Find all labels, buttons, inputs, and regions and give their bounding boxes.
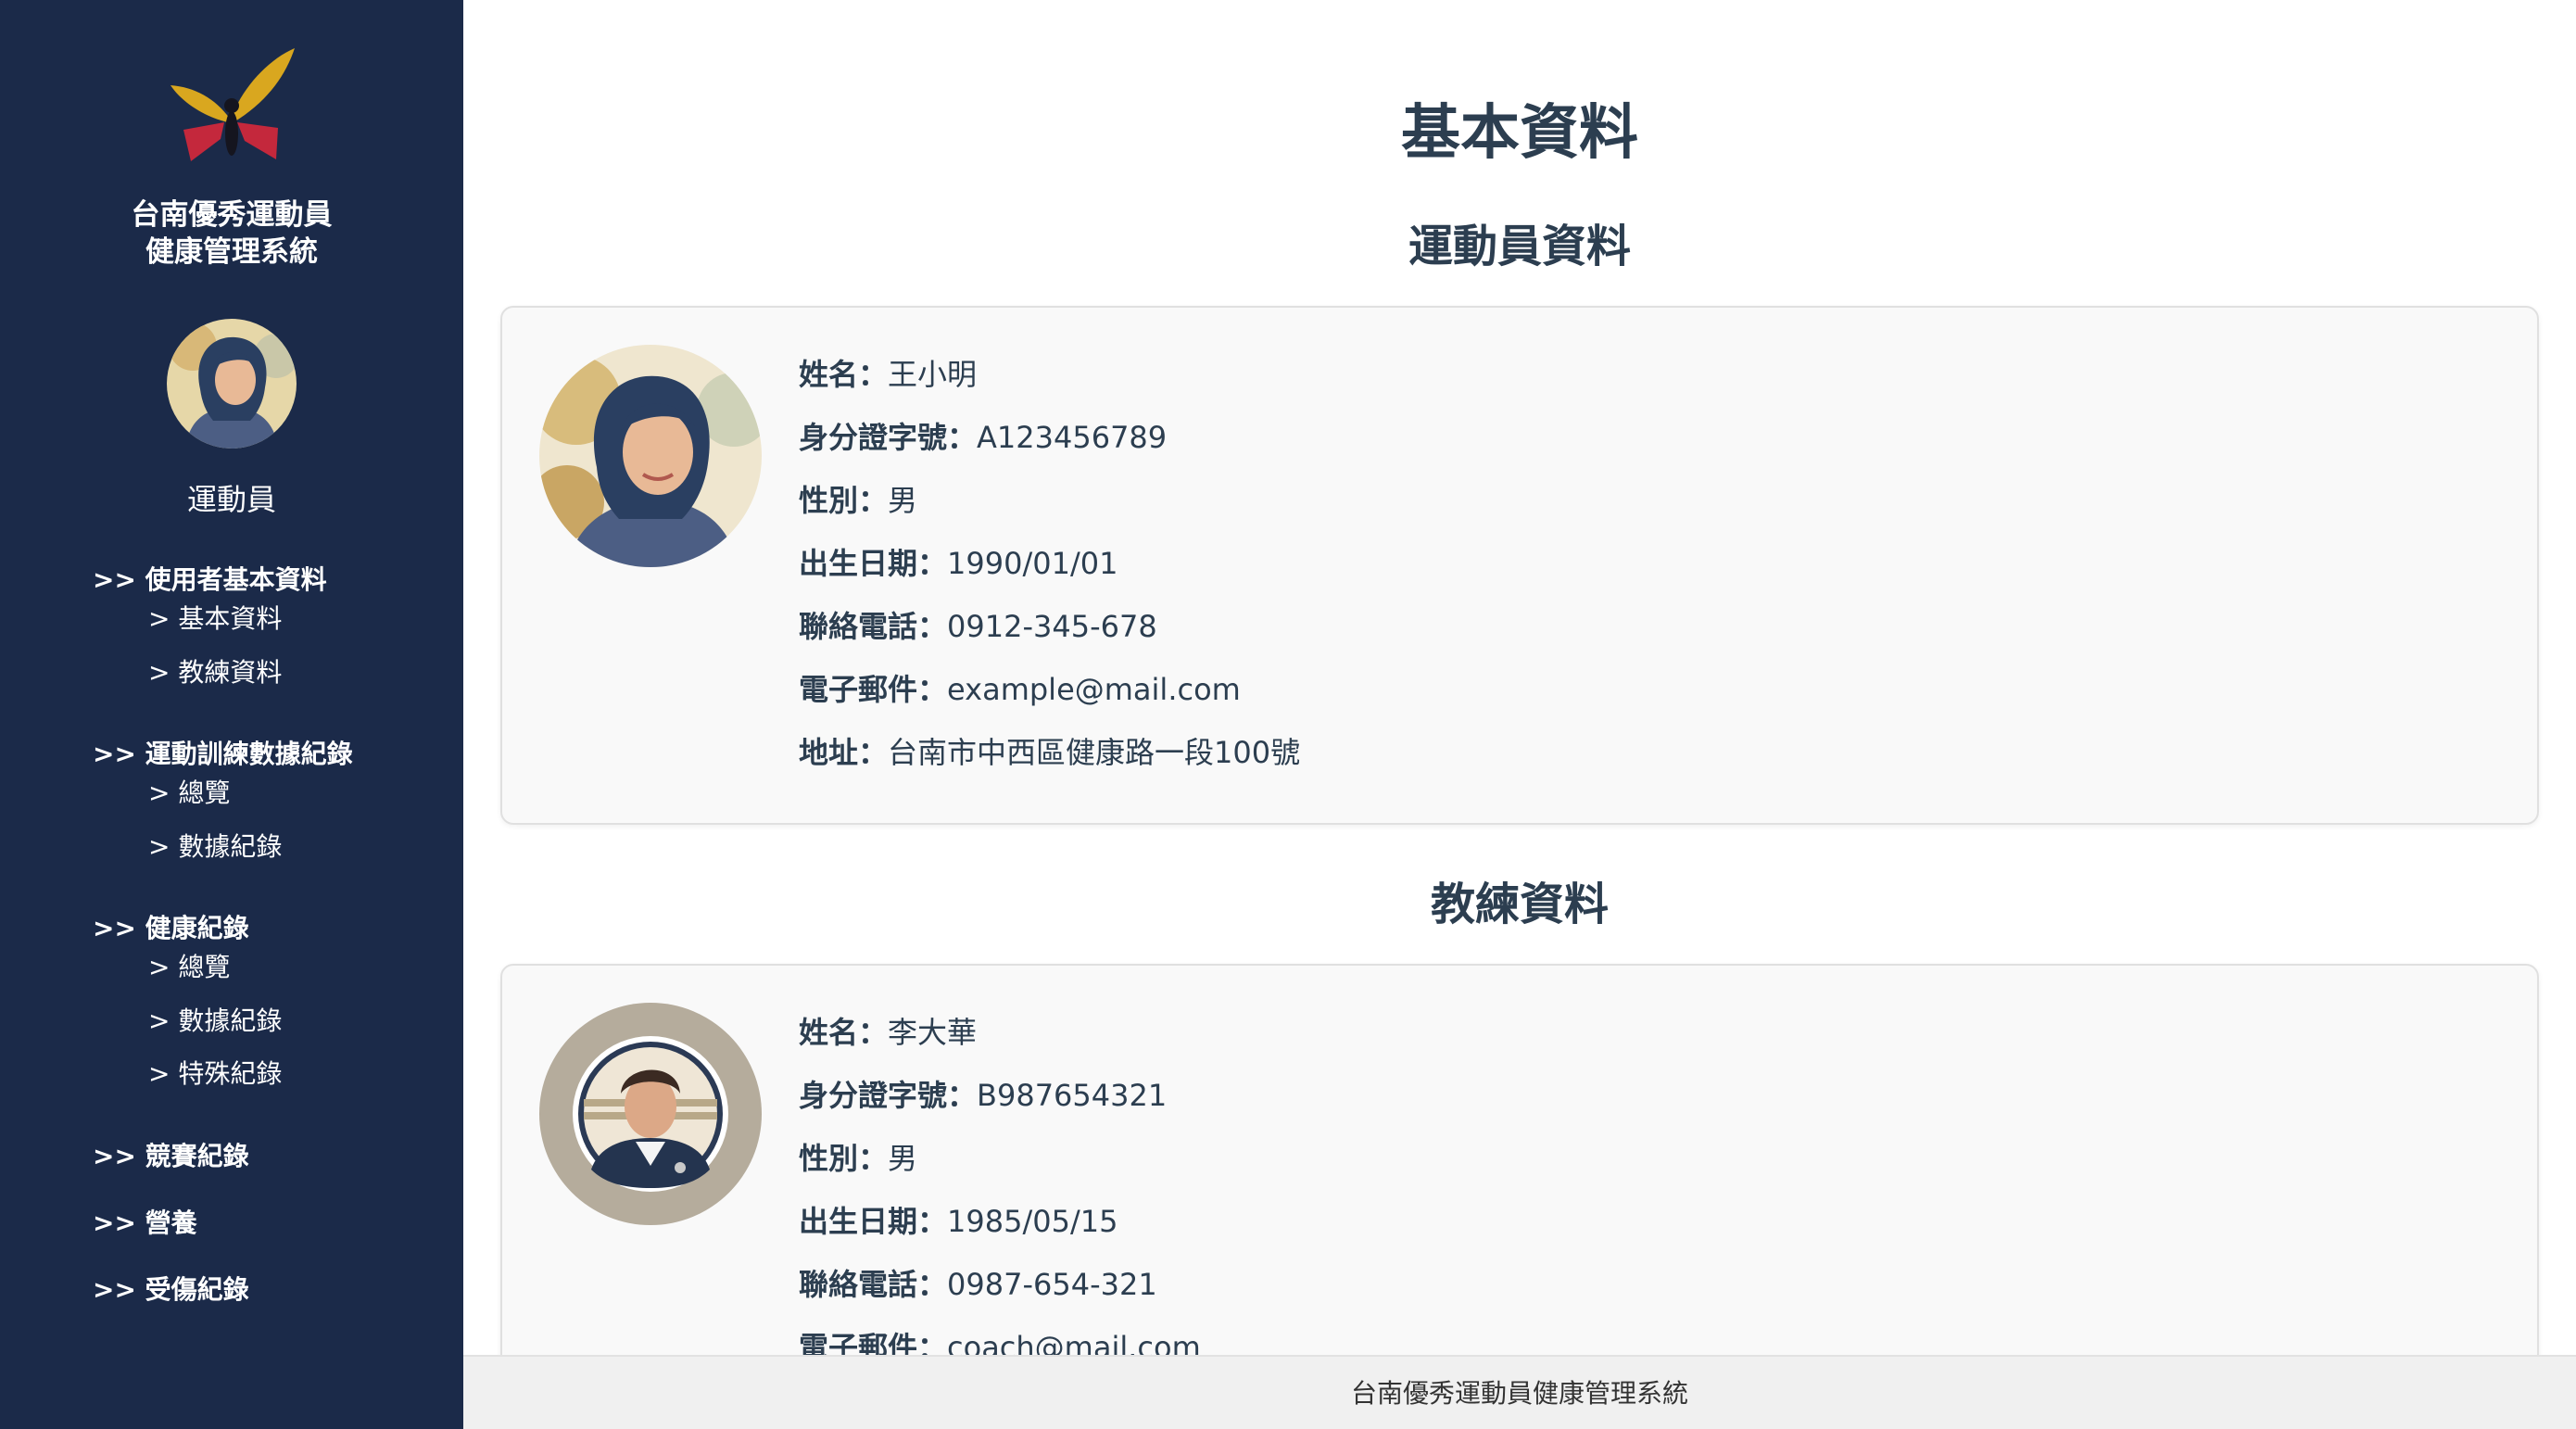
athlete-id-label: 身分證字號： [799,420,978,455]
athlete-id-row: 身分證字號：A123456789 [799,419,1300,482]
coach-gender-value: 男 [888,1141,918,1176]
menu-training-records[interactable]: >> 運動訓練數據紀錄 [93,734,353,771]
athlete-id-value: A123456789 [977,420,1168,455]
coach-gender-row: 性別：男 [799,1140,1201,1203]
coach-id-value: B987654321 [977,1078,1168,1113]
menu-competition-records[interactable]: >> 競賽紀錄 [93,1136,249,1173]
coach-phone-row: 聯絡電話：0987-654-321 [799,1266,1201,1329]
main-content: 基本資料 運動員資料 姓名：王小明 身分證字號：A123456789 性別：男 … [463,0,2576,1429]
sidebar: 台南優秀運動員 健康管理系統 運動員 >> 使用者基本資料 > 基本資料 > 教… [0,0,463,1429]
athlete-gender-label: 性別： [799,483,889,518]
menu-nutrition[interactable]: >> 營養 [93,1203,197,1240]
athlete-email-row: 電子郵件：example@mail.com [799,671,1300,734]
coach-avatar [539,1003,762,1225]
coach-name-label: 姓名： [799,1015,889,1050]
menu-basic-info[interactable]: > 基本資料 [148,599,282,636]
system-title: 台南優秀運動員 健康管理系統 [0,196,463,271]
coach-name-row: 姓名：李大華 [799,1014,1201,1077]
page-title: 基本資料 [1401,99,1638,168]
coach-section-title: 教練資料 [1430,879,1609,930]
butterfly-logo-icon [167,44,297,165]
coach-name-value: 李大華 [888,1015,978,1050]
athlete-phone-label: 聯絡電話： [799,609,948,644]
athlete-avatar [539,345,762,567]
menu-health-data[interactable]: > 數據紀錄 [148,1001,282,1038]
coach-dob-label: 出生日期： [799,1204,948,1239]
coach-dob-row: 出生日期：1985/05/15 [799,1203,1201,1266]
coach-phone-value: 0987-654-321 [947,1267,1157,1302]
coach-id-row: 身分證字號：B987654321 [799,1077,1201,1140]
athlete-name-value: 王小明 [888,357,978,392]
athlete-card: 姓名：王小明 身分證字號：A123456789 性別：男 出生日期：1990/0… [500,306,2539,825]
athlete-section-title: 運動員資料 [1408,221,1631,272]
coach-info: 姓名：李大華 身分證字號：B987654321 性別：男 出生日期：1985/0… [799,1014,1201,1392]
menu-user-info[interactable]: >> 使用者基本資料 [93,560,327,597]
menu-health-special[interactable]: > 特殊紀錄 [148,1054,282,1091]
menu-training-data[interactable]: > 數據紀錄 [148,827,282,864]
menu-injury-records[interactable]: >> 受傷紀錄 [93,1270,249,1307]
athlete-email-value: example@mail.com [947,672,1241,707]
system-title-line2: 健康管理系統 [145,235,318,269]
athlete-address-row: 地址：台南市中西區健康路一段100號 [799,734,1300,797]
user-role: 運動員 [186,482,276,517]
coach-id-label: 身分證字號： [799,1078,978,1113]
user-avatar[interactable] [167,319,297,449]
athlete-address-value: 台南市中西區健康路一段100號 [888,735,1301,770]
coach-dob-value: 1985/05/15 [947,1204,1118,1239]
athlete-name-label: 姓名： [799,357,889,392]
menu-health-records[interactable]: >> 健康紀錄 [93,908,249,945]
athlete-gender-row: 性別：男 [799,482,1300,545]
menu-coach-info[interactable]: > 教練資料 [148,652,282,689]
system-title-line1: 台南優秀運動員 [131,198,333,232]
footer: 台南優秀運動員健康管理系統 [463,1355,2576,1429]
athlete-gender-value: 男 [888,483,918,518]
athlete-name-row: 姓名：王小明 [799,356,1300,419]
athlete-dob-value: 1990/01/01 [947,546,1118,581]
menu-health-overview[interactable]: > 總覽 [148,947,230,984]
menu-training-overview[interactable]: > 總覽 [148,773,230,810]
athlete-email-label: 電子郵件： [799,672,948,707]
athlete-phone-value: 0912-345-678 [947,609,1157,644]
athlete-info: 姓名：王小明 身分證字號：A123456789 性別：男 出生日期：1990/0… [799,356,1300,797]
athlete-address-label: 地址： [799,735,889,770]
athlete-dob-label: 出生日期： [799,546,948,581]
athlete-phone-row: 聯絡電話：0912-345-678 [799,608,1300,671]
coach-phone-label: 聯絡電話： [799,1267,948,1302]
athlete-dob-row: 出生日期：1990/01/01 [799,545,1300,608]
coach-gender-label: 性別： [799,1141,889,1176]
